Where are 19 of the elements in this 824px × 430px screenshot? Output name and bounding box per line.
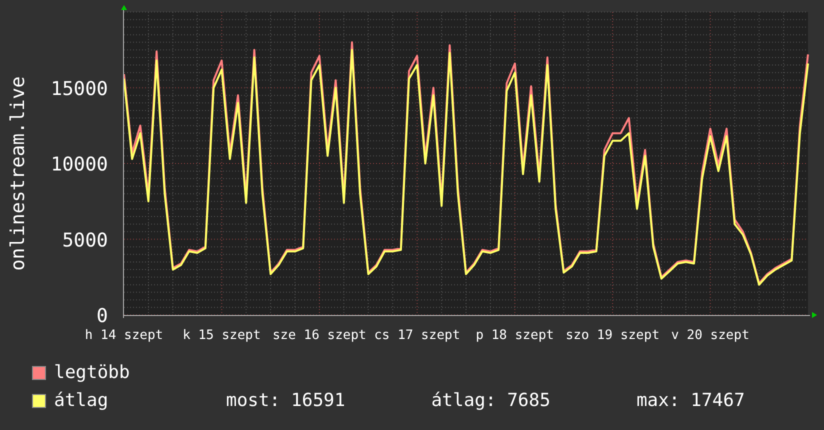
x-tick-label: h 14 szept bbox=[84, 328, 164, 343]
y-tick-label: 5000 bbox=[62, 229, 108, 252]
x-tick-label: k 15 szept bbox=[182, 328, 261, 343]
y-tick-label: 15000 bbox=[50, 78, 108, 100]
legend-label: legtöbb bbox=[54, 361, 131, 385]
stat-value: átlag: 7685 bbox=[431, 389, 550, 413]
y-axis-title: onlinestream.live bbox=[7, 76, 29, 271]
x-tick-label: sze 16 szept bbox=[272, 328, 366, 343]
stat-value: max: 17467 bbox=[636, 389, 745, 413]
x-tick-label: szo 19 szept bbox=[566, 328, 660, 343]
y-tick-label: 0 bbox=[96, 305, 108, 327]
x-tick-label: p 18 szept bbox=[476, 328, 554, 343]
x-tick-label: cs 17 szept bbox=[374, 328, 460, 343]
y-tick-label: 10000 bbox=[50, 154, 108, 176]
arrow-icon bbox=[812, 312, 817, 318]
arrow-icon bbox=[121, 5, 127, 10]
legend-label: átlag bbox=[54, 389, 110, 413]
stat-value: most: 16591 bbox=[226, 389, 346, 413]
x-tick-label: v 20 szept bbox=[671, 328, 750, 343]
